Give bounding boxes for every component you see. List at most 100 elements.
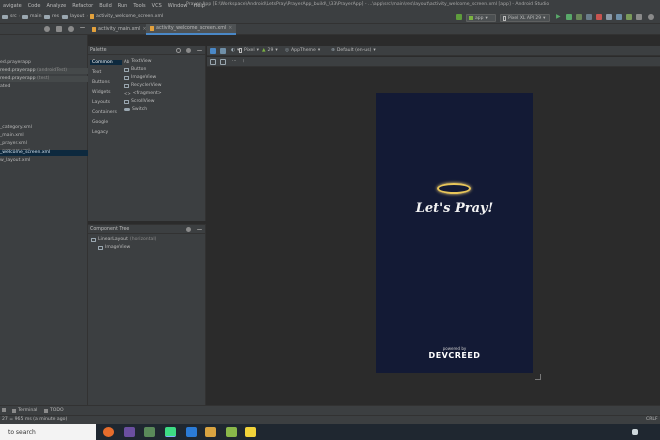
align-button[interactable]: ⁝ bbox=[243, 59, 244, 64]
gear-icon[interactable] bbox=[186, 48, 191, 53]
menu-run[interactable]: Run bbox=[115, 3, 131, 9]
breadcrumb-src[interactable]: src › bbox=[2, 14, 21, 19]
palette-category-legacy[interactable]: Legacy bbox=[90, 130, 122, 135]
file-explorer-icon[interactable] bbox=[205, 427, 216, 437]
media-app-icon[interactable] bbox=[124, 427, 135, 437]
orientation-icon[interactable] bbox=[220, 48, 226, 54]
tree-node-imageview[interactable]: ImageView bbox=[98, 245, 130, 250]
palette-category-widgets[interactable]: Widgets bbox=[90, 90, 122, 95]
theme-select[interactable]: ◎ AppTheme ▾ bbox=[285, 48, 320, 53]
run-config-select[interactable]: app ▾ bbox=[466, 14, 496, 22]
design-toolbar: ◐ ▾ Pixel ▾ ▲ 29 ▾ ◎ AppTheme ▾ ⊕ Default (en-u… bbox=[207, 46, 660, 56]
profile-icon[interactable] bbox=[576, 14, 582, 20]
device-select[interactable]: Pixel XL API 29 ▾ bbox=[500, 14, 550, 22]
palette-widget-button[interactable]: Button bbox=[124, 67, 146, 72]
sdk-manager-icon[interactable] bbox=[626, 14, 632, 20]
palette-widget-fragment[interactable]: <> <fragment> bbox=[124, 91, 162, 96]
logcat-tool[interactable] bbox=[2, 408, 8, 412]
todo-tool[interactable]: TODO bbox=[44, 408, 64, 413]
margin-button[interactable]: ··· bbox=[232, 59, 236, 64]
word-icon[interactable] bbox=[186, 427, 197, 437]
palette-widget-imageview[interactable]: ImageView bbox=[124, 75, 156, 80]
palette-category-containers[interactable]: Containers bbox=[90, 110, 122, 115]
project-tree-row[interactable]: reed.prayerapp (androidTest) bbox=[0, 68, 88, 74]
search-icon[interactable] bbox=[648, 14, 654, 20]
scroll-icon bbox=[124, 99, 129, 104]
attach-debugger-icon[interactable] bbox=[586, 14, 592, 20]
notes-app-icon[interactable] bbox=[226, 427, 237, 437]
component-tree-panel: Component Tree LinearLayout (horizontal)… bbox=[88, 224, 206, 405]
palette-widget-recyclerview[interactable]: RecyclerView bbox=[124, 83, 161, 88]
xml-file-icon bbox=[150, 26, 154, 31]
palette-category-buttons[interactable]: Buttons bbox=[90, 80, 122, 85]
palette-widget-scrollview[interactable]: ScrollView bbox=[124, 99, 155, 104]
gear-icon[interactable] bbox=[68, 26, 74, 32]
tray-icon[interactable] bbox=[632, 429, 638, 435]
menu-tools[interactable]: Tools bbox=[130, 3, 148, 9]
linear-layout-icon bbox=[91, 237, 96, 242]
stop-icon[interactable] bbox=[596, 14, 602, 20]
avd-manager-icon[interactable] bbox=[616, 14, 622, 20]
layout-preview[interactable] bbox=[376, 93, 533, 373]
tree-node-linearlayout[interactable]: LinearLayout (horizontal) bbox=[91, 237, 156, 242]
sync-icon[interactable] bbox=[606, 14, 612, 20]
breadcrumb-file[interactable]: activity_welcome_screen.xml bbox=[90, 14, 163, 19]
menu-build[interactable]: Build bbox=[96, 3, 115, 9]
terminal-icon bbox=[12, 408, 16, 413]
sticky-notes-icon[interactable] bbox=[245, 427, 256, 437]
device-preview-select[interactable]: Pixel ▾ bbox=[239, 48, 259, 53]
minimize-icon[interactable] bbox=[80, 27, 85, 28]
api-level-select[interactable]: ▲ 29 ▾ bbox=[262, 48, 278, 53]
menu-refactor[interactable]: Refactor bbox=[69, 3, 96, 9]
palette-widget-textview[interactable]: Ab TextView bbox=[124, 59, 151, 64]
project-tree-row[interactable]: w_layout.xml bbox=[0, 158, 88, 164]
line-separator-status[interactable]: CRLF bbox=[646, 417, 658, 422]
gear-icon[interactable] bbox=[186, 227, 191, 232]
android-studio-icon[interactable] bbox=[165, 427, 176, 437]
resize-handle-icon[interactable] bbox=[535, 374, 541, 380]
locale-select[interactable]: ⊕ Default (en-us) ▾ bbox=[331, 48, 376, 53]
locate-icon[interactable] bbox=[44, 26, 50, 32]
palette-category-common[interactable]: Common bbox=[90, 60, 122, 65]
minimize-icon[interactable] bbox=[197, 50, 202, 51]
minimize-icon[interactable] bbox=[197, 229, 202, 230]
design-surface-icon[interactable] bbox=[210, 48, 216, 54]
tab-activity-welcome-screen[interactable]: activity_welcome_screen.xml × bbox=[146, 24, 237, 35]
hammer-icon[interactable] bbox=[456, 14, 462, 20]
firefox-icon[interactable] bbox=[103, 427, 114, 437]
preview-brand-logo: DEVCREED bbox=[428, 351, 481, 360]
search-icon[interactable] bbox=[176, 48, 181, 53]
structure-icon[interactable] bbox=[636, 14, 642, 20]
taskbar-search[interactable]: to search bbox=[0, 424, 96, 440]
blueprint-icon[interactable] bbox=[220, 59, 226, 65]
palette-widget-switch[interactable]: Switch bbox=[124, 107, 147, 112]
palette-category-text[interactable]: Text bbox=[90, 70, 122, 75]
project-tree-row[interactable]: _category.xml bbox=[0, 125, 88, 131]
fragment-icon: <> bbox=[124, 91, 131, 96]
select-icon[interactable] bbox=[210, 59, 216, 65]
collapse-icon[interactable] bbox=[56, 26, 62, 32]
image-app-icon[interactable] bbox=[144, 427, 155, 437]
debug-icon[interactable] bbox=[566, 14, 572, 20]
breadcrumb-main[interactable]: main› bbox=[22, 14, 45, 19]
project-tree-row[interactable]: reed.prayerapp (test) bbox=[0, 76, 88, 82]
switch-icon bbox=[124, 108, 130, 111]
breadcrumb-res[interactable]: res› bbox=[44, 14, 63, 19]
menu-vcs[interactable]: VCS bbox=[149, 3, 165, 9]
project-tree-row[interactable]: _main.xml bbox=[0, 133, 88, 139]
project-tree-row[interactable]: _prayer.xml bbox=[0, 141, 88, 147]
project-tree-row[interactable]: ed.prayerapp bbox=[0, 60, 88, 66]
xml-file-icon bbox=[92, 27, 96, 32]
run-icon[interactable]: ▶ bbox=[556, 14, 562, 20]
xml-file-icon bbox=[90, 14, 94, 19]
palette-category-layouts[interactable]: Layouts bbox=[90, 100, 122, 105]
terminal-tool[interactable]: Terminal bbox=[12, 408, 37, 413]
project-tree-row-selected[interactable]: _welcome_screen.xml bbox=[0, 150, 88, 156]
menu-code[interactable]: Code bbox=[25, 3, 44, 9]
palette-category-google[interactable]: Google bbox=[90, 120, 122, 125]
menu-navigate[interactable]: avigate bbox=[0, 3, 25, 9]
tab-activity-main[interactable]: activity_main.xml × bbox=[88, 24, 150, 35]
project-tree-row[interactable]: ated bbox=[0, 84, 88, 90]
menu-analyze[interactable]: Analyze bbox=[44, 3, 70, 9]
breadcrumb-layout[interactable]: layout › bbox=[62, 14, 88, 19]
